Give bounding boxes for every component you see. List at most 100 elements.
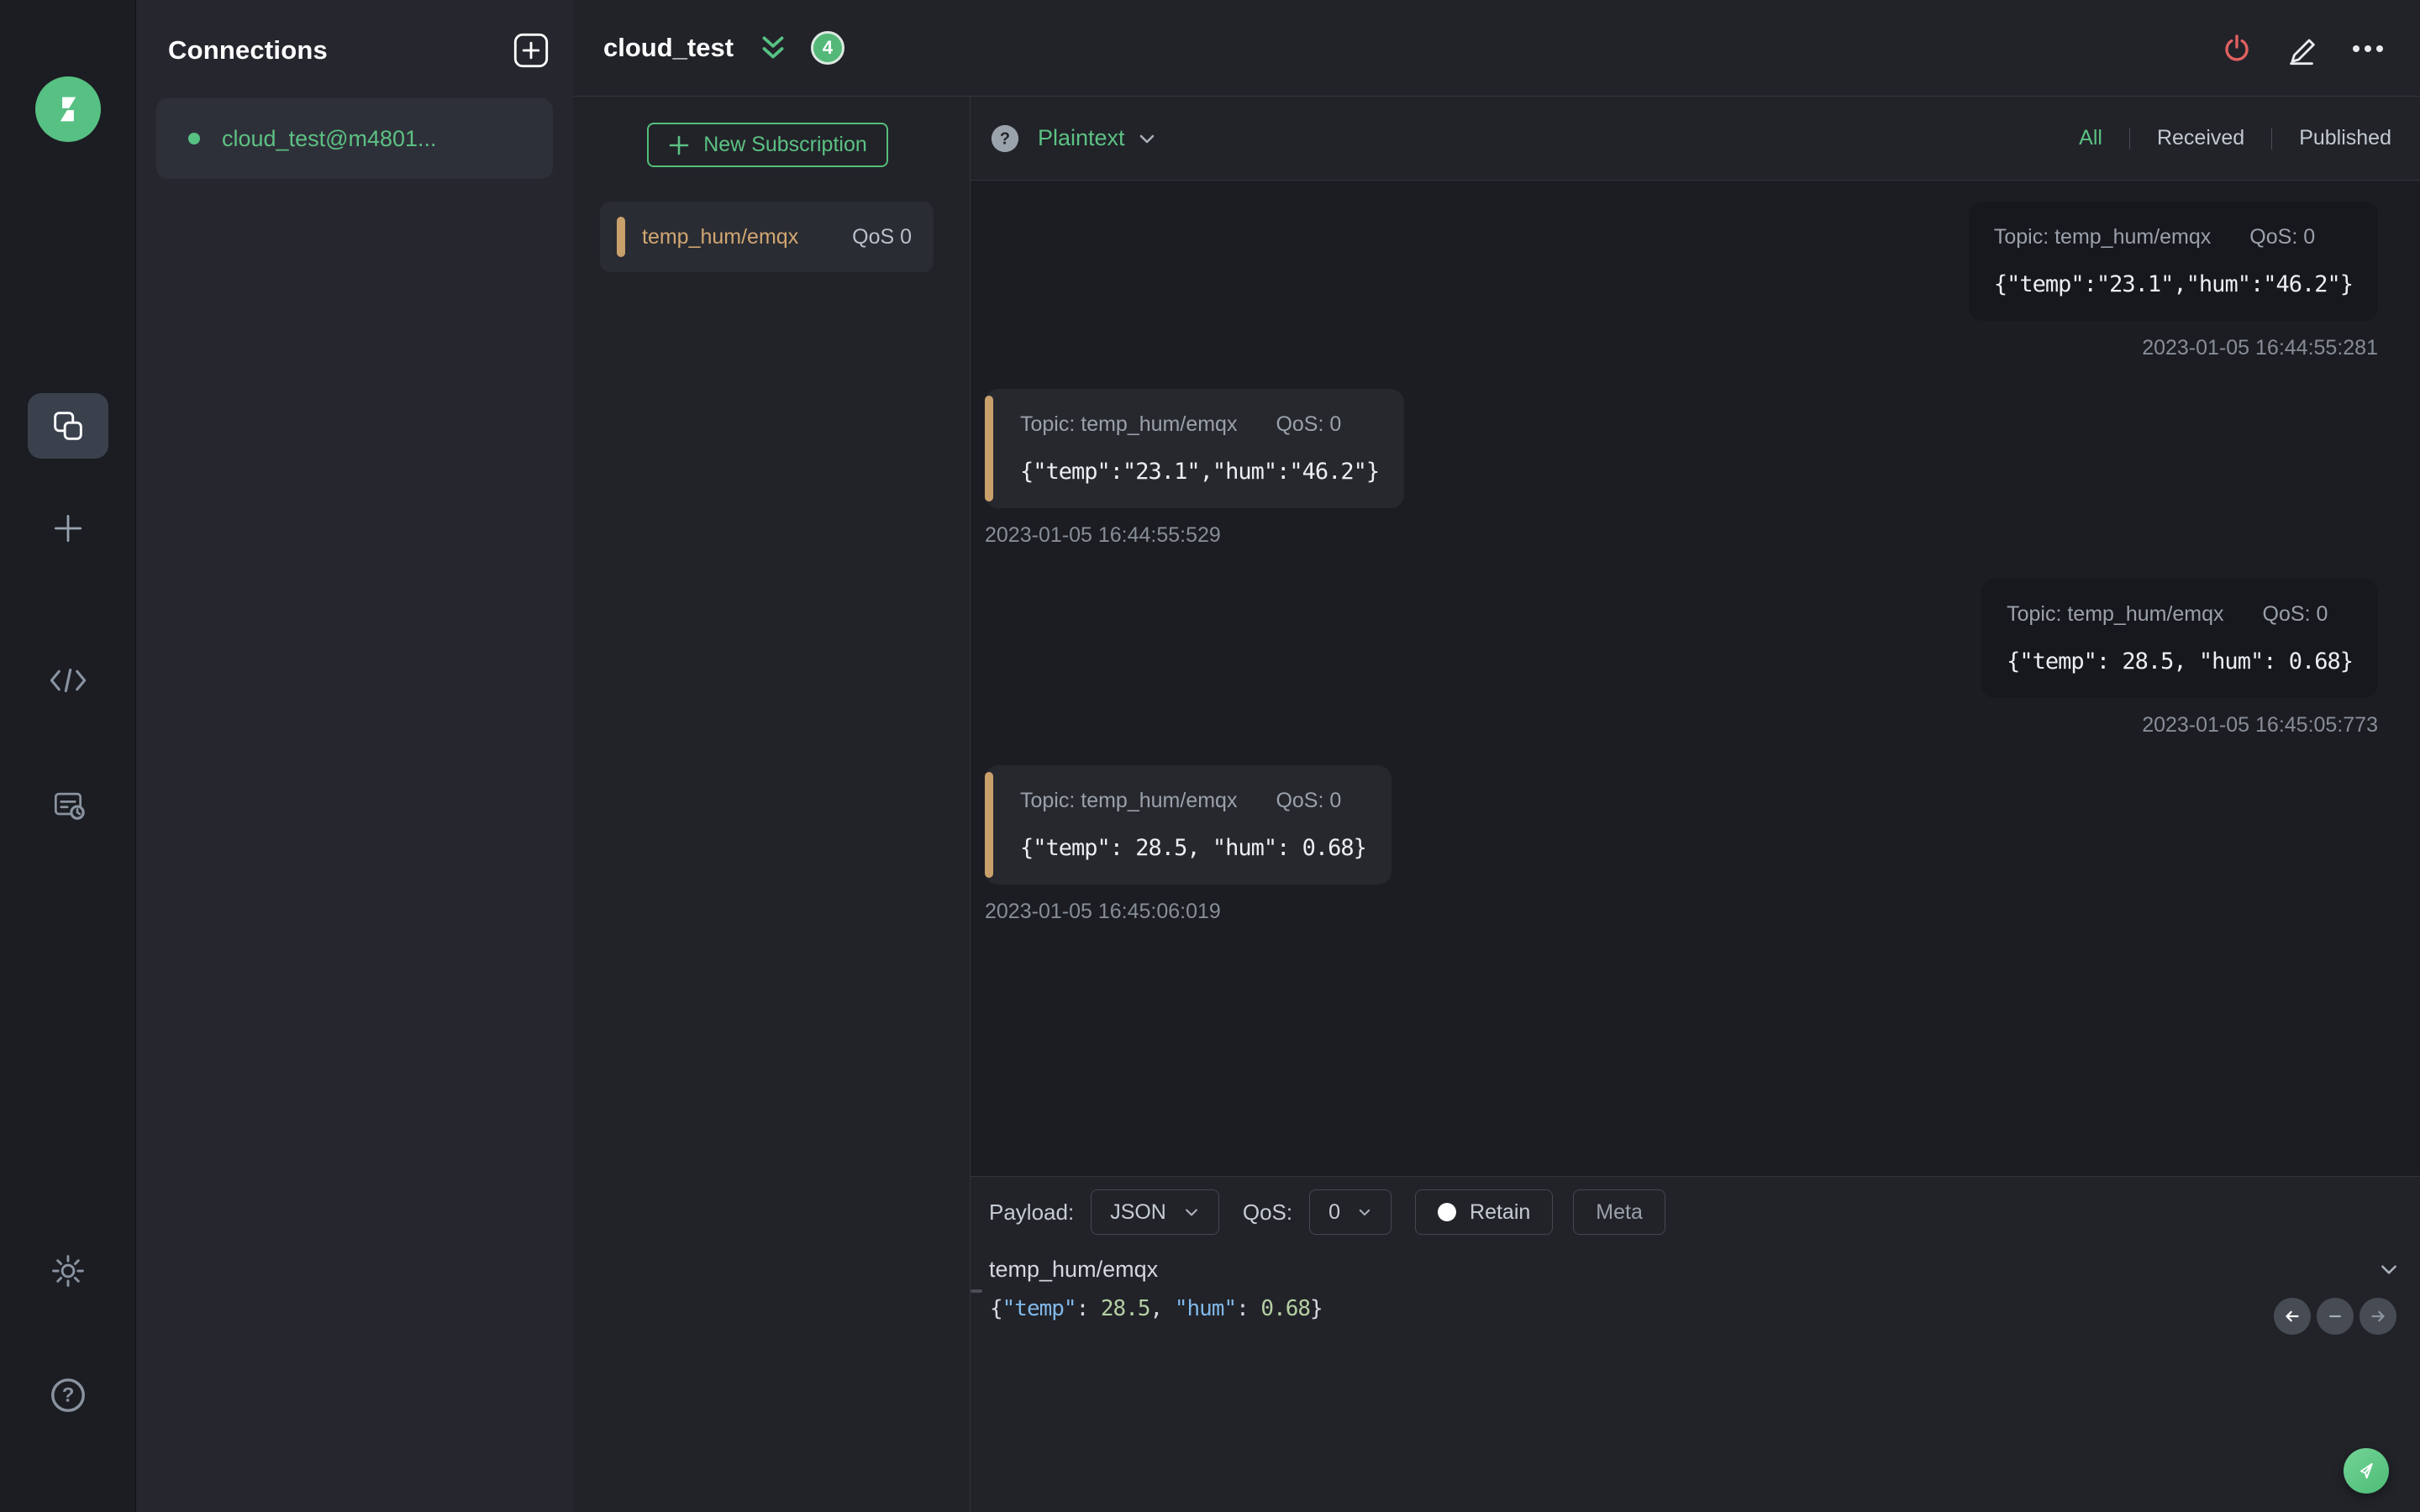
message-meta: Topic: temp_hum/emqx QoS: 0: [1020, 412, 1379, 437]
minus-icon: [2329, 1315, 2341, 1318]
connection-status-dot: [188, 133, 200, 144]
sidebar-item-settings[interactable]: [28, 1238, 108, 1304]
svg-text:?: ?: [1000, 129, 1010, 148]
qos-select[interactable]: 0: [1309, 1189, 1392, 1235]
meta-button[interactable]: Meta: [1573, 1189, 1665, 1235]
sidebar-item-help[interactable]: ?: [28, 1362, 108, 1428]
header-actions: [2220, 0, 2386, 97]
retain-toggle[interactable]: Retain: [1415, 1189, 1554, 1235]
message-item: Topic: temp_hum/emqx QoS: 0 {"temp": 28.…: [1981, 579, 2378, 738]
message-filters: All Received Published: [2075, 126, 2395, 150]
format-help-button[interactable]: ?: [989, 123, 1021, 155]
sidebar-item-script[interactable]: [28, 648, 108, 713]
message-topic: Topic: temp_hum/emqx: [2007, 602, 2224, 626]
payload-editor[interactable]: {"temp": 28.5, "hum": 0.68}: [990, 1296, 1323, 1321]
message-qos: QoS: 0: [2262, 602, 2328, 626]
message-timestamp: 2023-01-05 16:45:06:019: [985, 900, 1221, 923]
message-bubble[interactable]: Topic: temp_hum/emqx QoS: 0 {"temp":"23.…: [1968, 202, 2378, 321]
code-icon: [50, 668, 87, 693]
payload-format-select[interactable]: Plaintext: [1038, 125, 1125, 151]
messages-toolbar: ? Plaintext All Received Published: [971, 97, 2420, 181]
topic-input[interactable]: temp_hum/emqx: [989, 1257, 1158, 1283]
plus-square-icon: [513, 33, 549, 68]
subscription-qos: QoS 0: [852, 224, 912, 249]
message-qos: QoS: 0: [2249, 225, 2316, 249]
message-list: Topic: temp_hum/emqx QoS: 0 {"temp":"23.…: [971, 181, 2420, 1176]
message-bubble[interactable]: Topic: temp_hum/emqx QoS: 0 {"temp": 28.…: [985, 765, 1392, 885]
more-options-button[interactable]: [2349, 32, 2386, 66]
connections-panel: Connections cloud_test@m4801...: [136, 0, 573, 1512]
message-topic: Topic: temp_hum/emqx: [1993, 225, 2212, 249]
connection-name: cloud_test@m4801...: [222, 125, 437, 151]
power-icon: [2225, 34, 2249, 61]
plus-icon: [54, 514, 82, 543]
chevron-down-icon[interactable]: [1137, 129, 1157, 149]
history-clear-button[interactable]: [2317, 1298, 2354, 1335]
chevron-down-icon: [1185, 1209, 1197, 1216]
message-topic: Topic: temp_hum/emqx: [1020, 789, 1238, 812]
message-qos: QoS: 0: [1276, 412, 1342, 436]
connection-list-item[interactable]: cloud_test@m4801...: [156, 98, 553, 179]
sidebar-item-connections[interactable]: [28, 393, 108, 459]
message-payload: {"temp": 28.5, "hum": 0.68}: [1020, 835, 1367, 861]
chevron-down-icon: [1359, 1209, 1370, 1215]
ellipsis-icon: [2353, 45, 2383, 52]
collapse-panel-button[interactable]: [757, 32, 789, 64]
edit-connection-button[interactable]: [2284, 30, 2319, 67]
message-bubble[interactable]: Topic: temp_hum/emqx QoS: 0 {"temp": 28.…: [1981, 579, 2378, 698]
help-icon: ?: [51, 1378, 85, 1412]
collapse-editor-chevron-icon[interactable]: [2378, 1258, 2400, 1280]
sidebar-item-new-connection[interactable]: [28, 496, 108, 561]
message-payload: {"temp": 28.5, "hum": 0.68}: [2007, 648, 2354, 675]
publish-panel: Payload: JSON QoS: 0 Retain Meta temp_hu…: [971, 1176, 2420, 1512]
add-connection-button[interactable]: [513, 32, 550, 69]
message-qos: QoS: 0: [1276, 789, 1342, 812]
mqttx-bolt-icon: [60, 97, 76, 122]
filter-separator: [2271, 127, 2273, 150]
new-subscription-button[interactable]: New Subscription: [647, 123, 888, 167]
qos-label: QoS:: [1242, 1199, 1293, 1225]
subscription-item[interactable]: temp_hum/emqx QoS 0: [600, 202, 934, 272]
filter-received[interactable]: Received: [2154, 126, 2248, 150]
message-bubble[interactable]: Topic: temp_hum/emqx QoS: 0 {"temp":"23.…: [985, 389, 1405, 508]
subscriptions-column: New Subscription temp_hum/emqx QoS 0: [573, 97, 971, 1512]
send-button[interactable]: [2344, 1448, 2389, 1494]
message-payload: {"temp":"23.1","hum":"46.2"}: [1993, 271, 2354, 297]
connections-list: cloud_test@m4801...: [156, 98, 553, 179]
message-timestamp: 2023-01-05 16:44:55:529: [985, 523, 1221, 547]
sidebar-item-log[interactable]: [28, 772, 108, 837]
qos-value: 0: [1328, 1200, 1341, 1224]
editor-token-punct: ,: [1150, 1296, 1175, 1321]
message-item: Topic: temp_hum/emqx QoS: 0 {"temp":"23.…: [985, 389, 1405, 548]
subscription-color-pill: [617, 217, 625, 257]
filter-published[interactable]: Published: [2296, 126, 2395, 150]
filter-separator: [2128, 127, 2130, 150]
filter-all[interactable]: All: [2075, 126, 2106, 150]
log-icon: [54, 792, 85, 820]
message-item: Topic: temp_hum/emqx QoS: 0 {"temp": 28.…: [985, 765, 1392, 924]
payload-type-value: JSON: [1110, 1200, 1166, 1224]
history-next-button[interactable]: [2360, 1298, 2396, 1335]
message-timestamp: 2023-01-05 16:44:55:281: [2142, 336, 2378, 360]
message-history-controls: [2274, 1298, 2396, 1335]
editor-token-punct: :: [1236, 1296, 1261, 1321]
subscription-count-badge: 4: [811, 31, 845, 65]
arrow-right-icon: [2371, 1310, 2385, 1322]
message-payload: {"temp":"23.1","hum":"46.2"}: [1020, 459, 1380, 485]
editor-resize-handle[interactable]: [971, 1289, 982, 1293]
editor-token-punct: {: [990, 1296, 1003, 1321]
message-topic: Topic: temp_hum/emqx: [1020, 412, 1238, 436]
payload-label: Payload:: [989, 1199, 1075, 1225]
meta-label: Meta: [1596, 1200, 1643, 1224]
history-prev-button[interactable]: [2274, 1298, 2311, 1335]
subscription-topic: temp_hum/emqx: [642, 224, 799, 249]
message-timestamp: 2023-01-05 16:45:05:773: [2142, 713, 2378, 737]
editor-token-key: "hum": [1174, 1296, 1237, 1321]
pencil-icon: [2290, 39, 2315, 65]
paper-plane-icon: [2360, 1462, 2373, 1479]
disconnect-button[interactable]: [2220, 32, 2254, 66]
message-meta: Topic: temp_hum/emqx QoS: 0: [2007, 602, 2353, 627]
retain-label: Retain: [1470, 1200, 1531, 1224]
new-subscription-label: New Subscription: [703, 133, 867, 156]
payload-type-select[interactable]: JSON: [1091, 1189, 1219, 1235]
